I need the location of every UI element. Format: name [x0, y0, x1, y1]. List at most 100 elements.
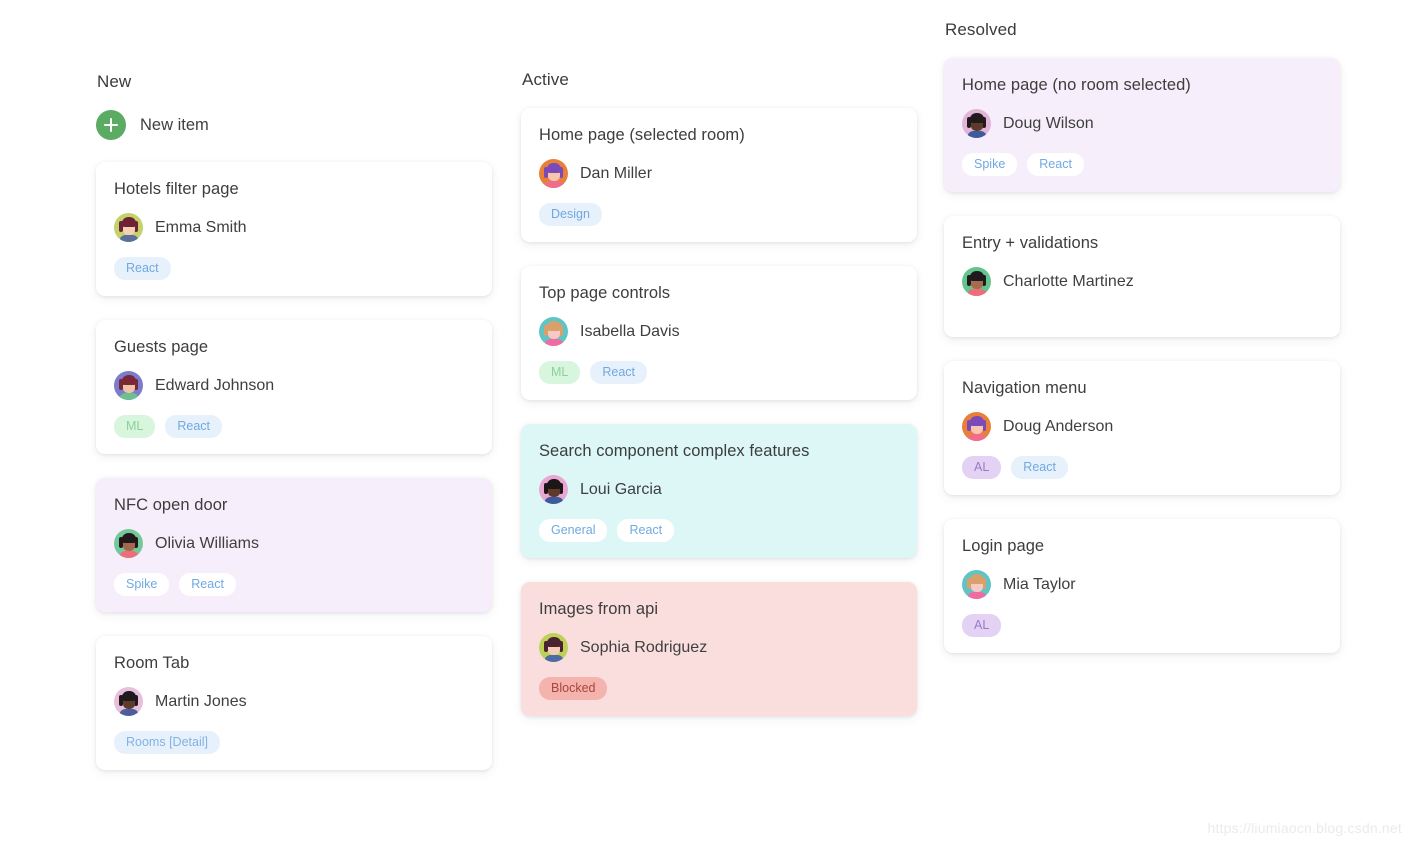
card-assignee: Doug Wilson: [962, 109, 1322, 138]
card-assignee: Martin Jones: [114, 687, 474, 716]
card-tags: AL React: [962, 456, 1322, 479]
avatar: [114, 213, 143, 242]
tag[interactable]: React: [590, 361, 648, 384]
card-tags: ML React: [539, 361, 899, 384]
card-list-active: Home page (selected room) Dan Miller Desig…: [521, 108, 917, 716]
task-card[interactable]: Top page controls Isabella Davis ML React: [521, 266, 917, 400]
column-resolved: Resolved Home page (no room selected) Dou…: [944, 20, 1340, 677]
assignee-name: Isabella Davis: [580, 322, 680, 340]
plus-icon: [96, 110, 126, 140]
tag[interactable]: React: [1027, 153, 1084, 176]
avatar: [539, 633, 568, 662]
avatar: [539, 317, 568, 346]
new-item-button[interactable]: New item: [96, 110, 209, 140]
card-assignee: Edward Johnson: [114, 371, 474, 400]
avatar: [539, 159, 568, 188]
watermark: https://liumiaocn.blog.csdn.net: [1207, 820, 1402, 836]
card-assignee: Emma Smith: [114, 213, 474, 242]
card-title: Room Tab: [114, 654, 190, 672]
column-title-new: New: [97, 72, 132, 91]
task-card[interactable]: Room Tab Martin Jones Rooms [Detail]: [96, 636, 492, 770]
card-tags: AL: [962, 614, 1322, 637]
tag[interactable]: Spike: [962, 153, 1018, 176]
card-title: Home page (selected room): [539, 126, 745, 144]
task-card[interactable]: Home page (selected room) Dan Miller Desig…: [521, 108, 917, 242]
avatar: [114, 529, 143, 558]
card-title: Entry + validations: [962, 234, 1099, 252]
assignee-name: Edward Johnson: [155, 376, 275, 394]
assignee-name: Martin Jones: [155, 692, 247, 710]
avatar: [114, 687, 143, 716]
tag[interactable]: React: [617, 519, 675, 542]
tag[interactable]: ML: [539, 361, 581, 384]
task-card[interactable]: Images from api Sophia Rodriguez Blocked: [521, 582, 917, 716]
assignee-name: Mia Taylor: [1003, 575, 1076, 593]
card-list-resolved: Home page (no room selected) Doug Wilson S…: [944, 58, 1340, 653]
card-tags: Spike React: [114, 573, 474, 596]
task-card[interactable]: NFC open door Olivia Williams Spike React: [96, 478, 492, 612]
avatar: [962, 570, 991, 599]
tag[interactable]: Blocked: [539, 677, 608, 700]
task-card[interactable]: Search component complex features Loui Ga…: [521, 424, 917, 558]
card-title: Hotels filter page: [114, 180, 239, 198]
card-tags: Rooms [Detail]: [114, 731, 474, 754]
tag[interactable]: AL: [962, 614, 1002, 637]
card-tags: ML React: [114, 415, 474, 438]
tag[interactable]: React: [114, 257, 171, 280]
assignee-name: Charlotte Martinez: [1003, 272, 1134, 290]
avatar: [114, 371, 143, 400]
card-title: Search component complex features: [539, 442, 810, 460]
card-assignee: Sophia Rodriguez: [539, 633, 899, 662]
card-assignee: Dan Miller: [539, 159, 899, 188]
new-item-label: New item: [140, 115, 209, 134]
card-tags: Blocked: [539, 677, 899, 700]
tag[interactable]: React: [1011, 456, 1068, 479]
tag[interactable]: General: [539, 519, 608, 542]
card-assignee: Mia Taylor: [962, 570, 1322, 599]
card-title: Home page (no room selected): [962, 76, 1191, 94]
tag[interactable]: AL: [962, 456, 1002, 479]
card-title: Top page controls: [539, 284, 671, 302]
kanban-board: New New item Hotels filter page Emma Smit…: [0, 0, 1424, 848]
tag[interactable]: ML: [114, 415, 156, 438]
assignee-name: Dan Miller: [580, 164, 653, 182]
avatar: [962, 109, 991, 138]
card-tags: General React: [539, 519, 899, 542]
card-tags: React: [114, 257, 474, 280]
assignee-name: Sophia Rodriguez: [580, 638, 708, 656]
task-card[interactable]: Guests page Edward Johnson ML React: [96, 320, 492, 454]
assignee-name: Doug Wilson: [1003, 114, 1094, 132]
assignee-name: Loui Garcia: [580, 480, 662, 498]
assignee-name: Emma Smith: [155, 218, 247, 236]
tag[interactable]: React: [165, 415, 223, 438]
task-card[interactable]: Hotels filter page Emma Smith React: [96, 162, 492, 296]
column-title-active: Active: [522, 70, 569, 89]
tag[interactable]: React: [179, 573, 236, 596]
card-tags: Design: [539, 203, 899, 226]
tag[interactable]: Rooms [Detail]: [114, 731, 220, 754]
card-title: Navigation menu: [962, 379, 1087, 397]
avatar: [962, 267, 991, 296]
card-list-new: Hotels filter page Emma Smith React Guests …: [96, 162, 492, 770]
card-tags: Spike React: [962, 153, 1322, 176]
card-assignee: Olivia Williams: [114, 529, 474, 558]
card-title: Images from api: [539, 600, 659, 618]
task-card[interactable]: Login page Mia Taylor AL: [944, 519, 1340, 653]
avatar: [539, 475, 568, 504]
card-assignee: Loui Garcia: [539, 475, 899, 504]
card-assignee: Charlotte Martinez: [962, 267, 1322, 296]
task-card[interactable]: Navigation menu Doug Anderson AL React: [944, 361, 1340, 495]
task-card[interactable]: Home page (no room selected) Doug Wilson S…: [944, 58, 1340, 192]
tag[interactable]: Spike: [114, 573, 170, 596]
card-assignee: Isabella Davis: [539, 317, 899, 346]
tag[interactable]: Design: [539, 203, 602, 226]
assignee-name: Doug Anderson: [1003, 417, 1114, 435]
column-active: Active Home page (selected room) Dan Mill…: [521, 70, 917, 740]
card-title: NFC open door: [114, 496, 228, 514]
card-assignee: Doug Anderson: [962, 412, 1322, 441]
task-card[interactable]: Entry + validations Charlotte Martinez: [944, 216, 1340, 337]
column-new: New New item Hotels filter page Emma Smit…: [96, 72, 492, 794]
card-title: Login page: [962, 537, 1045, 555]
avatar: [962, 412, 991, 441]
column-title-resolved: Resolved: [945, 20, 1017, 39]
